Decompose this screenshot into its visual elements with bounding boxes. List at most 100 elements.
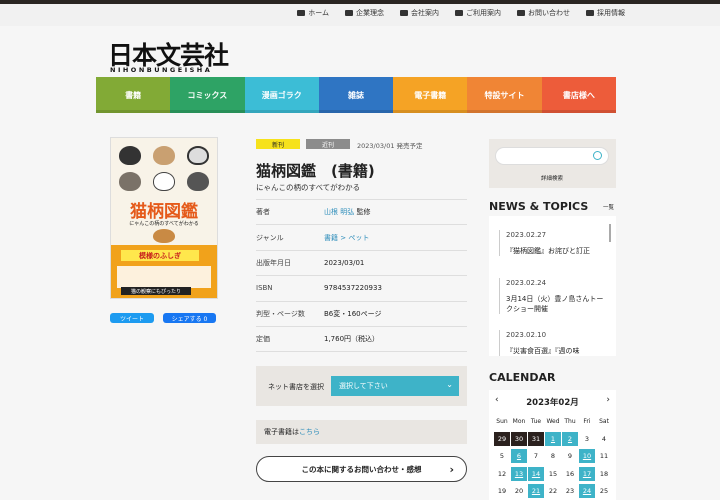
detail-key: 定価 — [256, 335, 270, 344]
detail-row: 出版年月日 2023/03/01 — [256, 251, 467, 277]
calendar-day: 5 — [499, 452, 505, 460]
advanced-search-link[interactable]: 詳細検索 — [541, 174, 563, 182]
utility-link-3[interactable]: ご利用案内 — [455, 8, 501, 18]
news-text: 『猫柄図鑑』お詫びと訂正 — [506, 247, 590, 255]
detail-value: 1,760円（税込） — [324, 334, 379, 344]
detail-row: 判型・ページ数 B6変・160ページ — [256, 302, 467, 327]
calendar-day: 19 — [497, 487, 507, 495]
news-text: 『災害食百選』『週の味 — [506, 347, 580, 355]
top-bar — [0, 0, 720, 4]
calendar-day: 31 — [528, 431, 544, 446]
chevron-right-icon: › — [449, 462, 454, 476]
cover-subtitle: にゃんこの柄のすべてがわかる — [129, 221, 199, 227]
nav-item-6[interactable]: 書店様へ — [541, 77, 616, 113]
cat-face-icon — [153, 172, 175, 191]
briefcase-icon — [586, 10, 594, 16]
nav-item-0[interactable]: 書籍 — [96, 77, 171, 113]
cover-title: 猫柄図鑑 — [130, 202, 198, 222]
utility-link-1[interactable]: 企業理念 — [345, 8, 384, 18]
calendar-grid: Sun Mon Tue Wed Thu Fri Sat 29 30 31 1 2 3 4 5 6 7 8 9 10 11… — [494, 414, 612, 498]
detail-key: ジャンル — [256, 233, 284, 242]
news-heading: NEWS & TOPICS — [489, 200, 589, 213]
nav-item-5[interactable]: 特設サイト — [467, 77, 542, 113]
facebook-share-button[interactable]: シェアする 0 — [163, 313, 216, 323]
info-icon — [455, 10, 463, 16]
detail-value: 9784537220933 — [324, 284, 382, 292]
calendar-day[interactable]: 10 — [579, 449, 595, 463]
weekday-label: Sat — [599, 417, 609, 425]
utility-link-0[interactable]: ホーム — [297, 8, 329, 18]
calendar-day[interactable]: 21 — [528, 484, 544, 498]
utility-nav: ホーム 企業理念 会社案内 ご利用案内 お問い合わせ 採用情報 — [297, 8, 625, 18]
detail-value-text[interactable]: 山根 明弘 — [324, 208, 354, 216]
news-item[interactable]: 2023.02.10 『災害食百選』『週の味 — [499, 330, 606, 356]
detail-key: 著者 — [256, 208, 270, 217]
weekday-label: Fri — [583, 417, 591, 425]
ebook-link[interactable]: こちら — [299, 427, 320, 437]
calendar-day: 18 — [599, 469, 609, 478]
calendar-day: 12 — [497, 469, 507, 478]
detail-row: 著者 山根 明弘 監修 — [256, 200, 467, 226]
calendar-day: 9 — [567, 452, 573, 460]
detail-value: 2023/03/01 — [324, 259, 364, 267]
cat-face-icon — [187, 146, 209, 165]
calendar-month: 2023年02月 — [526, 398, 579, 408]
nav-item-3[interactable]: 雑誌 — [318, 77, 394, 113]
detail-value-text: B6変・160ページ — [324, 309, 382, 318]
book-details-table: 著者 山根 明弘 監修 ジャンル 書籍 > ペット 出版年月日 2023/03/01 ISB… — [256, 199, 467, 353]
book-cover-image: 猫柄図鑑 にゃんこの柄のすべてがわかる 模様のふしぎ 猫の観察にもぴったり — [110, 137, 218, 299]
news-item[interactable]: 2023.02.27 『猫柄図鑑』お詫びと訂正 — [499, 230, 606, 256]
nav-item-4[interactable]: 電子書籍 — [393, 77, 468, 113]
calendar-heading: CALENDAR — [489, 371, 556, 384]
detail-value-text[interactable]: 書籍 — [324, 234, 338, 242]
calendar-day[interactable]: 17 — [579, 466, 595, 481]
release-date: 2023/03/01 発売予定 — [357, 142, 423, 150]
cat-face-icon — [153, 229, 175, 243]
search-input[interactable] — [495, 147, 609, 165]
online-store-label: ネット書店を選択 — [268, 383, 324, 391]
book-title: 猫柄図鑑 (書籍) — [256, 162, 375, 180]
chevron-down-icon: ⌄ — [446, 380, 453, 389]
main-nav: 書籍 コミックス 漫画ゴラク 雑誌 電子書籍 特設サイト 書店様へ — [96, 77, 616, 113]
tweet-button[interactable]: ツイート — [110, 313, 154, 323]
search-icon[interactable] — [593, 151, 602, 160]
calendar-day[interactable]: 2 — [562, 431, 578, 446]
contact-button[interactable]: この本に関するお問い合わせ・感想 › — [256, 456, 467, 482]
online-store-select[interactable]: 選択して下さい ⌄ — [331, 376, 459, 396]
news-scrollbar[interactable] — [609, 224, 611, 242]
detail-row: 定価 1,760円（税込） — [256, 327, 467, 353]
weekday-label: Sun — [496, 417, 508, 425]
detail-value-text: 9784537220933 — [324, 284, 382, 293]
utility-link-4[interactable]: お問い合わせ — [517, 8, 570, 18]
calendar-day: 8 — [550, 452, 556, 460]
calendar-day: 23 — [565, 487, 575, 495]
calendar-day: 25 — [599, 487, 609, 495]
mail-icon — [517, 10, 525, 16]
utility-link-2[interactable]: 会社案内 — [400, 8, 439, 18]
calendar-day: 11 — [599, 452, 609, 460]
calendar-day: 3 — [584, 434, 590, 443]
utility-link-5[interactable]: 採用情報 — [586, 8, 625, 18]
calendar-day[interactable]: 6 — [511, 449, 527, 463]
home-icon — [297, 10, 306, 16]
recent-badge: 近刊 — [306, 139, 350, 149]
news-date: 2023.02.27 — [506, 231, 547, 239]
nav-item-2[interactable]: 漫画ゴラク — [244, 77, 319, 113]
cat-face-icon — [153, 146, 175, 165]
calendar-day: 22 — [548, 487, 558, 495]
calendar-day[interactable]: 14 — [528, 466, 544, 481]
next-month-button[interactable]: › — [606, 395, 610, 405]
weekday-label: Tue — [530, 417, 542, 425]
calendar-day[interactable]: 13 — [511, 466, 527, 481]
cat-face-icon — [119, 172, 141, 191]
calendar-day[interactable]: 1 — [545, 431, 561, 446]
search-panel: 詳細検索 — [489, 139, 616, 188]
weekday-label: Thu — [564, 417, 576, 425]
news-all-link[interactable]: 一覧 — [603, 203, 614, 211]
calendar-day: 29 — [494, 431, 510, 446]
nav-item-1[interactable]: コミックス — [170, 77, 245, 113]
weekday-label: Wed — [546, 417, 560, 425]
news-item[interactable]: 2023.02.24 3月14日（火）豊ノ島さんトークショー開催 — [499, 278, 606, 314]
calendar-day: 20 — [514, 487, 524, 495]
calendar-day[interactable]: 24 — [579, 484, 595, 498]
